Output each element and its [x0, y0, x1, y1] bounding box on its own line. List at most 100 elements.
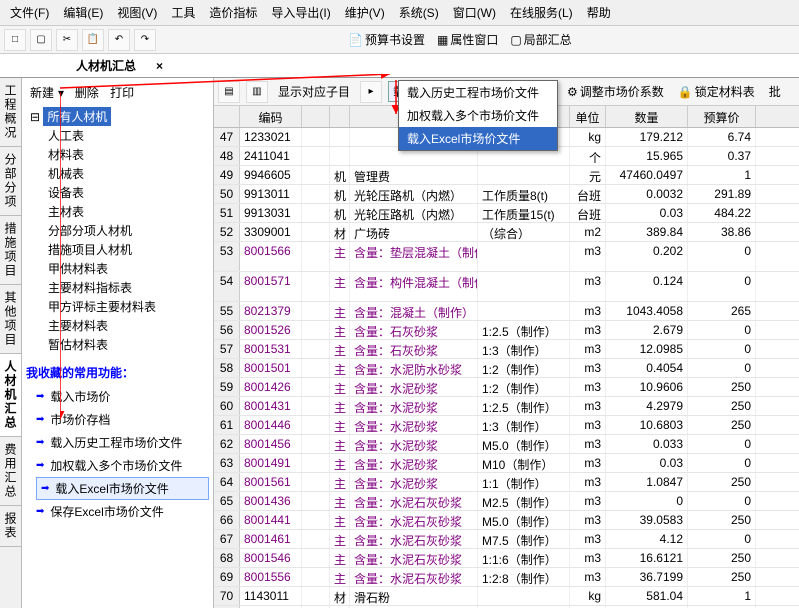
fav-item[interactable]: ➡加权载入多个市场价文件 — [36, 454, 209, 477]
table-row[interactable]: 568001526主含量：石灰砂浆1:2.5（制作）m32.6790 — [214, 321, 799, 340]
table-row[interactable]: 523309001材广场砖（综合）m2389.8438.86 — [214, 223, 799, 242]
tool-btn[interactable]: ↷ — [134, 29, 156, 51]
table-row[interactable]: 701143011材滑石粉kg581.041 — [214, 587, 799, 606]
tree-item[interactable]: 设备表 — [48, 183, 209, 202]
col-header[interactable]: 单位 — [570, 106, 606, 127]
menu-option[interactable]: 载入历史工程市场价文件 — [399, 81, 557, 104]
table-row[interactable]: 548001571主含量：构件混凝土（制作）m30.1240 — [214, 272, 799, 302]
tool-btn[interactable]: ↶ — [108, 29, 130, 51]
show-child[interactable]: 显示对应子目 — [274, 81, 354, 102]
menu-item[interactable]: 维护(V) — [339, 2, 391, 23]
col-header[interactable]: 预算价 — [688, 106, 756, 127]
table-row[interactable]: 658001436主含量：水泥石灰砂浆M2.5（制作）m300 — [214, 492, 799, 511]
tree: ⊟ 所有人材机 人工表材料表机械表设备表主材表分部分项人材机措施项目人材机甲供材… — [26, 107, 209, 354]
table-row[interactable]: 719905691机灰浆搅拌机拌筒容量200(L)台班4.81570.86 — [214, 606, 799, 608]
fav-item[interactable]: ➡市场价存档 — [36, 408, 209, 431]
attr-window[interactable]: ▦ 属性窗口 — [433, 29, 502, 50]
grid-tool[interactable]: ▤ — [218, 81, 240, 103]
batch[interactable]: 批 — [765, 81, 785, 102]
col-header[interactable] — [302, 106, 330, 127]
grid-tool[interactable]: ▸ — [360, 81, 382, 103]
del-button[interactable]: 删除 — [75, 84, 99, 101]
favorites-list: ➡载入市场价➡市场价存档➡载入历史工程市场价文件➡加权载入多个市场价文件➡载入E… — [26, 385, 209, 523]
data-grid: ▤ ▥ 显示对应子目 ▸ 载入市场价 ▾ 💾 市场价存档 ⚙ 调整市场价系数 🔒… — [214, 78, 799, 608]
tree-root[interactable]: 所有人材机 — [43, 107, 111, 126]
col-header[interactable]: 数量 — [606, 106, 688, 127]
table-row[interactable]: 628001456主含量：水泥砂浆M5.0（制作）m30.0330 — [214, 435, 799, 454]
table-row[interactable]: 519913031机光轮压路机（内燃）工作质量15(t)台班0.03484.22 — [214, 204, 799, 223]
menu-item[interactable]: 视图(V) — [111, 2, 163, 23]
print-button[interactable]: 打印 — [110, 84, 134, 101]
table-row[interactable]: 688001546主含量：水泥石灰砂浆1:1:6（制作）m316.6121250 — [214, 549, 799, 568]
fav-item[interactable]: ➡保存Excel市场价文件 — [36, 500, 209, 523]
tree-item[interactable]: 人工表 — [48, 126, 209, 145]
table-row[interactable]: 558021379主含量：混凝土（制作）m31043.4058265 — [214, 302, 799, 321]
tree-item[interactable]: 措施项目人材机 — [48, 240, 209, 259]
local-summary[interactable]: ▢ 局部汇总 — [506, 29, 575, 50]
fav-item[interactable]: ➡载入历史工程市场价文件 — [36, 431, 209, 454]
menu-item[interactable]: 编辑(E) — [57, 2, 109, 23]
table-row[interactable]: 588001501主含量：水泥防水砂浆1:2（制作）m30.40540 — [214, 359, 799, 378]
side-tabs: 工程概况分部分项措施项目其他项目人材机汇总费用汇总报表 — [0, 78, 22, 608]
tool-btn[interactable]: □ — [4, 29, 26, 51]
adjust-coef[interactable]: ⚙ 调整市场价系数 — [563, 81, 668, 102]
side-tab[interactable]: 人材机汇总 — [0, 354, 21, 437]
table-row[interactable]: 538001566主含量：垫层混凝土（制作）m30.2020 — [214, 242, 799, 272]
table-row[interactable]: 578001531主含量：石灰砂浆1:3（制作）m312.09850 — [214, 340, 799, 359]
tree-item[interactable]: 甲供材料表 — [48, 259, 209, 278]
menu-item[interactable]: 造价指标 — [203, 2, 263, 23]
side-tab[interactable]: 费用汇总 — [0, 437, 21, 506]
menu-item[interactable]: 在线服务(L) — [504, 2, 579, 23]
tree-item[interactable]: 材料表 — [48, 145, 209, 164]
menu-option[interactable]: 加权载入多个市场价文件 — [399, 104, 557, 127]
lock-table[interactable]: 🔒 锁定材料表 — [674, 81, 759, 102]
tab-summary[interactable]: 人材机汇总 — [64, 55, 148, 76]
tab-close-icon[interactable]: × — [156, 59, 163, 73]
tree-item[interactable]: 暂估材料表 — [48, 335, 209, 354]
table-row[interactable]: 499946605机管理费元47460.04971 — [214, 166, 799, 185]
grid-body[interactable]: 471233021kg179.2126.74482411041个15.9650.… — [214, 128, 799, 608]
side-tab[interactable]: 报表 — [0, 506, 21, 547]
tree-item[interactable]: 主要材料指标表 — [48, 278, 209, 297]
tree-item[interactable]: 主材表 — [48, 202, 209, 221]
tree-item[interactable]: 甲方评标主要材料表 — [48, 297, 209, 316]
table-row[interactable]: 668001441主含量：水泥石灰砂浆M5.0（制作）m339.0583250 — [214, 511, 799, 530]
left-panel: 新建 ▾ 删除 打印 ⊟ 所有人材机 人工表材料表机械表设备表主材表分部分项人材… — [22, 78, 214, 608]
table-row[interactable]: 598001426主含量：水泥砂浆1:2（制作）m310.9606250 — [214, 378, 799, 397]
tree-item[interactable]: 分部分项人材机 — [48, 221, 209, 240]
fav-item[interactable]: ➡载入市场价 — [36, 385, 209, 408]
menu-item[interactable]: 帮助 — [581, 2, 617, 23]
menu-item[interactable]: 工具 — [165, 2, 201, 23]
table-row[interactable]: 678001461主含量：水泥石灰砂浆M7.5（制作）m34.120 — [214, 530, 799, 549]
menu-bar: 文件(F)编辑(E)视图(V)工具造价指标导入导出(I)维护(V)系统(S)窗口… — [0, 0, 799, 26]
menu-option[interactable]: 载入Excel市场价文件 — [399, 127, 557, 150]
new-button[interactable]: 新建 — [30, 84, 54, 101]
tree-item[interactable]: 主要材料表 — [48, 316, 209, 335]
tool-btn[interactable]: ▢ — [30, 29, 52, 51]
fav-item[interactable]: ➡载入Excel市场价文件 — [36, 477, 209, 500]
col-header[interactable] — [214, 106, 240, 127]
table-row[interactable]: 648001561主含量：水泥砂浆1:1（制作）m31.0847250 — [214, 473, 799, 492]
menu-item[interactable]: 系统(S) — [393, 2, 445, 23]
side-tab[interactable]: 工程概况 — [0, 78, 21, 147]
col-header[interactable]: 编码 — [240, 106, 302, 127]
side-tab[interactable]: 分部分项 — [0, 147, 21, 216]
table-row[interactable]: 509913011机光轮压路机（内燃）工作质量8(t)台班0.0032291.8… — [214, 185, 799, 204]
grid-tool[interactable]: ▥ — [246, 81, 268, 103]
table-row[interactable]: 608001431主含量：水泥砂浆1:2.5（制作）m34.2979250 — [214, 397, 799, 416]
tool-btn[interactable]: ✂ — [56, 29, 78, 51]
menu-item[interactable]: 导入导出(I) — [265, 2, 336, 23]
budget-setting[interactable]: 📄 预算书设置 — [344, 29, 429, 50]
dropdown-menu: 载入历史工程市场价文件加权载入多个市场价文件载入Excel市场价文件 — [398, 80, 558, 151]
table-row[interactable]: 698001556主含量：水泥石灰砂浆1:2:8（制作）m336.7199250 — [214, 568, 799, 587]
side-tab[interactable]: 其他项目 — [0, 285, 21, 354]
tab-header: 人材机汇总 × — [0, 54, 799, 78]
table-row[interactable]: 618001446主含量：水泥砂浆1:3（制作）m310.6803250 — [214, 416, 799, 435]
side-tab[interactable]: 措施项目 — [0, 216, 21, 285]
menu-item[interactable]: 文件(F) — [4, 2, 55, 23]
table-row[interactable]: 638001491主含量：水泥砂浆M10（制作）m30.030 — [214, 454, 799, 473]
menu-item[interactable]: 窗口(W) — [447, 2, 502, 23]
tree-item[interactable]: 机械表 — [48, 164, 209, 183]
tool-btn[interactable]: 📋 — [82, 29, 104, 51]
col-header[interactable] — [330, 106, 350, 127]
